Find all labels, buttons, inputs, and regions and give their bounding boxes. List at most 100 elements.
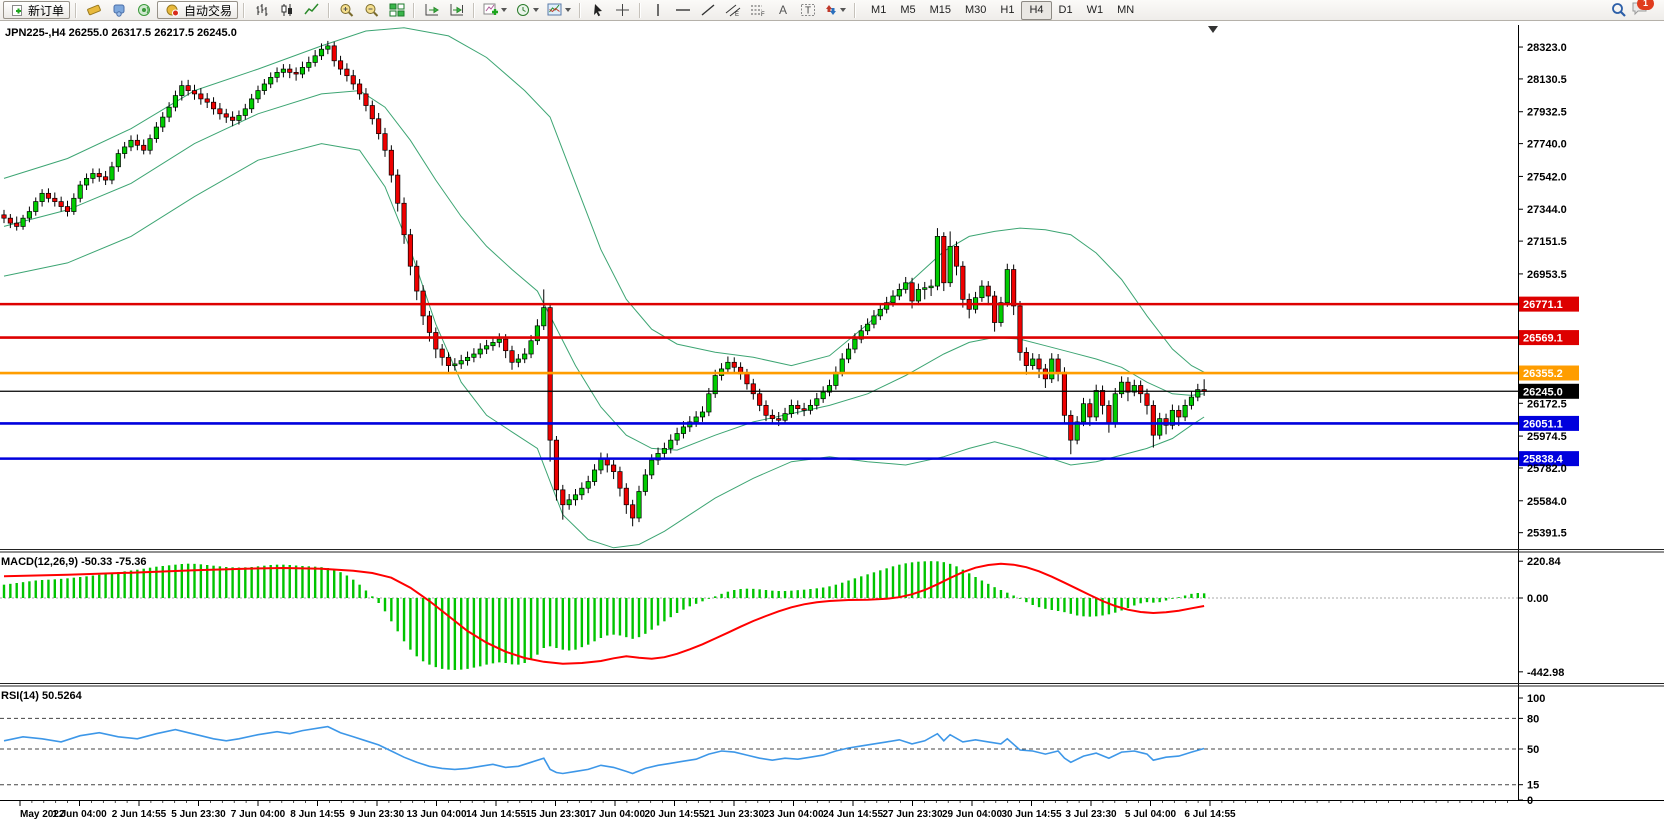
price-tick-label: 25974.5 — [1527, 431, 1567, 443]
metaeditor-button[interactable] — [82, 1, 105, 19]
date-tick-label: 15 Jun 23:30 — [525, 809, 585, 820]
price-tick-label: 27151.5 — [1527, 236, 1567, 248]
arrows-caret — [840, 8, 846, 12]
toolbar-separator — [639, 3, 641, 18]
timeframe-button-h1[interactable]: H1 — [993, 2, 1021, 19]
market-watch-button[interactable] — [107, 1, 130, 19]
date-tick-label: 17 Jun 04:00 — [585, 809, 645, 820]
templates-caret — [565, 8, 571, 12]
templates-icon — [547, 3, 563, 17]
periods-caret — [533, 8, 539, 12]
timeframe-button-m5[interactable]: M5 — [893, 2, 922, 19]
date-tick-label: 3 Jul 23:30 — [1065, 809, 1117, 820]
toolbar-separator — [854, 3, 856, 18]
add-indicator-icon — [483, 3, 499, 17]
rsi-tick-label: 15 — [1527, 780, 1539, 792]
price-badge-text: 26355.2 — [1523, 368, 1563, 380]
chart-area[interactable]: 26771.126569.126355.226245.026051.125838… — [0, 0, 1664, 825]
tile-windows-button[interactable] — [385, 1, 408, 19]
signals-button[interactable] — [132, 1, 155, 19]
chart-title: JPN225-,H4 26255.0 26317.5 26217.5 26245… — [5, 27, 237, 39]
notification-badge: 1 — [1637, 0, 1654, 10]
price-badge-text: 26569.1 — [1523, 333, 1563, 345]
periods-button[interactable] — [512, 1, 542, 19]
price-tick-label: 27932.5 — [1527, 107, 1567, 119]
timeframe-button-mn[interactable]: MN — [1110, 2, 1141, 19]
chart-shift-button[interactable] — [445, 1, 468, 19]
signals-icon — [136, 3, 152, 17]
date-tick-label: 27 Jun 23:30 — [882, 809, 942, 820]
price-tick-label: 25584.0 — [1527, 496, 1567, 508]
macd-tick-label: -442.98 — [1527, 667, 1564, 679]
cursor-button[interactable] — [586, 1, 609, 19]
text-button[interactable]: A — [771, 1, 794, 19]
candlestick-chart-button[interactable] — [275, 1, 298, 19]
vertical-line-button[interactable] — [646, 1, 669, 19]
zoom-in-button[interactable] — [335, 1, 358, 19]
autotrading-icon — [164, 1, 180, 19]
zoom-out-icon — [364, 3, 380, 18]
tile-windows-icon — [389, 3, 405, 17]
date-tick-label: 29 Jun 04:00 — [942, 809, 1002, 820]
price-badge-text: 26245.0 — [1523, 386, 1563, 398]
add-indicator-button[interactable] — [480, 1, 510, 19]
toolbar-separator — [243, 3, 245, 18]
timeframe-button-h4[interactable]: H4 — [1021, 1, 1051, 20]
search-button[interactable] — [1607, 1, 1630, 19]
timeframe-button-m1[interactable]: M1 — [864, 2, 893, 19]
metaeditor-icon — [86, 3, 102, 17]
rsi-indicator-label: RSI(14) 50.5264 — [1, 690, 82, 702]
date-tick-label: 5 Jul 04:00 — [1125, 809, 1177, 820]
timeframe-button-w1[interactable]: W1 — [1080, 2, 1111, 19]
arrows-icon — [824, 3, 838, 17]
toolbar-separator — [328, 3, 330, 18]
vertical-line-icon — [653, 3, 663, 17]
price-tick-label: 27542.0 — [1527, 171, 1567, 183]
zoom-out-button[interactable] — [360, 1, 383, 19]
chat-button[interactable]: 1 — [1631, 1, 1648, 19]
date-tick-label: 7 Jun 04:00 — [231, 809, 286, 820]
new-order-icon — [10, 1, 24, 19]
date-tick-label: 2 Jun 14:55 — [112, 809, 167, 820]
timeframe-button-m30[interactable]: M30 — [958, 2, 993, 19]
price-tick-label: 28323.0 — [1527, 42, 1567, 54]
date-tick-label: 21 Jun 23:30 — [704, 809, 764, 820]
new-order-button[interactable]: 新订单 — [3, 1, 70, 19]
toolbar-separator — [473, 3, 475, 18]
line-chart-icon — [304, 3, 320, 17]
rsi-tick-label: 80 — [1527, 713, 1539, 725]
price-tick-label: 26953.5 — [1527, 269, 1567, 281]
auto-scroll-button[interactable] — [420, 1, 443, 19]
text-label-button[interactable]: T — [796, 1, 819, 19]
date-tick-label: 20 Jun 14:55 — [644, 809, 704, 820]
crosshair-button[interactable] — [611, 1, 634, 19]
horizontal-line-button[interactable] — [671, 1, 694, 19]
svg-text:E: E — [735, 12, 739, 17]
date-tick-label: 5 Jun 23:30 — [171, 809, 226, 820]
mt4-window: 新订单 自动交易 — [0, 0, 1664, 825]
trendline-button[interactable] — [696, 1, 719, 19]
periods-icon — [516, 3, 531, 17]
date-tick-label: 23 Jun 04:00 — [763, 809, 823, 820]
templates-button[interactable] — [544, 1, 574, 19]
crosshair-icon — [615, 3, 630, 17]
equidistant-channel-button[interactable]: E — [721, 1, 744, 19]
search-icon — [1611, 2, 1627, 18]
new-order-label: 新订单 — [28, 2, 64, 19]
price-badge-text: 26771.1 — [1523, 299, 1563, 311]
bar-chart-icon — [254, 3, 270, 17]
date-tick-label: 14 Jun 14:55 — [466, 809, 526, 820]
bar-chart-button[interactable] — [250, 1, 273, 19]
date-tick-label: 1 Jun 04:00 — [52, 809, 107, 820]
svg-text:T: T — [805, 6, 811, 17]
timeframe-button-m15[interactable]: M15 — [923, 2, 958, 19]
autotrading-button[interactable]: 自动交易 — [157, 1, 238, 19]
timeframe-button-d1[interactable]: D1 — [1052, 2, 1080, 19]
date-tick-label: 8 Jun 14:55 — [290, 809, 345, 820]
svg-text:F: F — [761, 12, 765, 17]
toolbar-separator — [75, 3, 77, 18]
fibonacci-button[interactable]: F — [746, 1, 769, 19]
arrows-button[interactable] — [821, 1, 849, 19]
line-chart-button[interactable] — [300, 1, 323, 19]
date-tick-label: 6 Jul 14:55 — [1184, 809, 1236, 820]
